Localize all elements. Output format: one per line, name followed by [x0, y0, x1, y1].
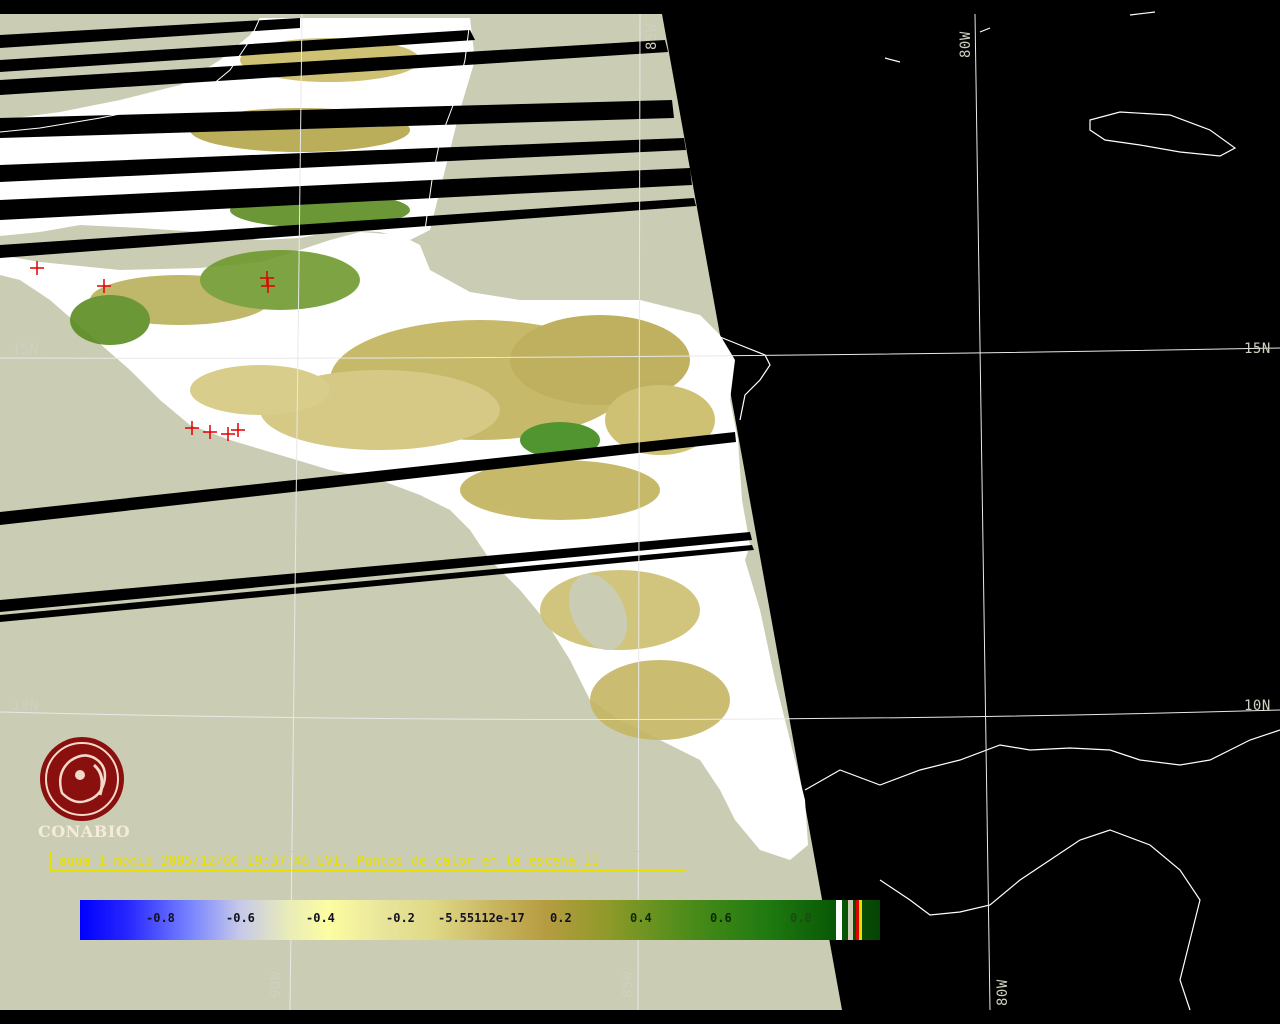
- lon-label-80w-top: 80W: [958, 31, 974, 58]
- evi-colorbar: -0.8 -0.6 -0.4 -0.2 -5.55112e-17 0.2 0.4…: [80, 900, 880, 940]
- colorbar-nodata-swatch: [836, 900, 842, 940]
- colorbar-tick: -0.8: [146, 911, 175, 925]
- colorbar-tick: -0.6: [226, 911, 255, 925]
- colorbar-tick: -0.2: [386, 911, 415, 925]
- conabio-logo-icon: [40, 737, 124, 821]
- colorbar-sea-swatch: [848, 900, 853, 940]
- lat-label-15n-right: 15N: [1244, 341, 1271, 357]
- lat-label-15n: 15N: [12, 342, 39, 358]
- lon-label-85w-top: 85W: [644, 23, 660, 50]
- colorbar-tick: -0.4: [306, 911, 335, 925]
- lat-label-10n: 10N: [12, 698, 39, 714]
- colorbar-tick: 0.2: [550, 911, 572, 925]
- lon-label-90w-bottom: 90W: [268, 971, 284, 998]
- colorbar-tick: 0.6: [710, 911, 732, 925]
- logo-name: CONABIO: [38, 822, 131, 841]
- lon-label-85w-bottom: 85W: [620, 971, 636, 998]
- colorbar-tick: 0.8: [790, 911, 812, 925]
- lat-label-10n-right: 10N: [1244, 698, 1271, 714]
- colorbar-caption-swatch: [859, 900, 862, 940]
- colorbar-tick: -5.55112e-17: [438, 911, 525, 925]
- colorbar-tick: 0.4: [630, 911, 652, 925]
- scene-caption: aqua-1 modis 2005/12/06 19:37:46 EVI, Pu…: [50, 851, 686, 871]
- lon-label-80w-bottom: 80W: [995, 979, 1011, 1006]
